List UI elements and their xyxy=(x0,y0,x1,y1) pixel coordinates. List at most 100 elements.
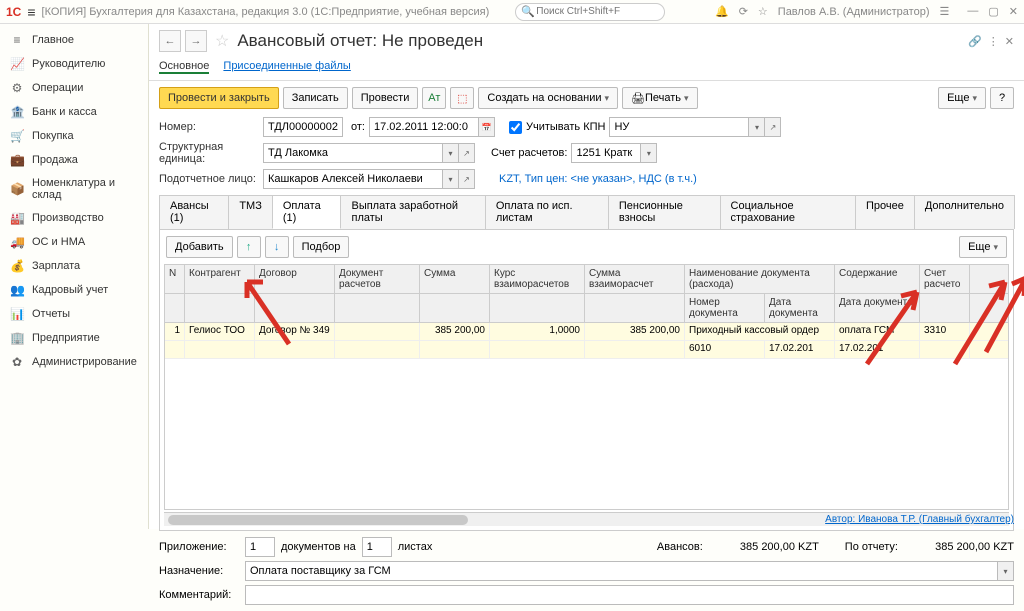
dt-kt-icon[interactable]: Ат xyxy=(422,87,446,109)
col-header[interactable]: Наименование документа (расхода) xyxy=(685,265,835,293)
sidebar-item[interactable]: 📦Номенклатура и склад xyxy=(0,172,148,206)
post-close-button[interactable]: Провести и закрыть xyxy=(159,87,279,109)
more-button[interactable]: Еще xyxy=(938,87,986,109)
col-header[interactable]: Счет расчето xyxy=(920,265,970,293)
cell[interactable]: 385 200,00 xyxy=(585,323,685,340)
col-header[interactable] xyxy=(335,294,420,322)
sidebar-item[interactable]: ≡Главное xyxy=(0,28,148,52)
cell[interactable]: Гелиос ТОО xyxy=(185,323,255,340)
user-menu-icon[interactable]: ☰ xyxy=(940,5,950,18)
help-icon[interactable]: ? xyxy=(990,87,1014,109)
col-header[interactable] xyxy=(490,294,585,322)
detail-tab[interactable]: ТМЗ xyxy=(228,195,273,229)
close-icon[interactable]: ✕ xyxy=(1009,5,1018,18)
col-header[interactable]: Дата документа xyxy=(835,294,920,322)
col-header[interactable]: Курс взаиморасчетов xyxy=(490,265,585,293)
sidebar-item[interactable]: 💼Продажа xyxy=(0,148,148,172)
comment-input[interactable] xyxy=(245,585,1014,605)
more-icon[interactable]: ⋮ xyxy=(988,35,999,48)
menu-icon[interactable]: ≡ xyxy=(27,4,35,20)
detail-tab[interactable]: Дополнительно xyxy=(914,195,1015,229)
col-header[interactable]: Номер документа xyxy=(685,294,765,322)
cell[interactable]: оплата ГСМ xyxy=(835,323,920,340)
history-icon[interactable]: ⟳ xyxy=(739,5,748,18)
select-button[interactable]: Подбор xyxy=(293,236,350,258)
cell[interactable]: Договор № 349 xyxy=(255,323,335,340)
sidebar-item[interactable]: 💰Зарплата xyxy=(0,254,148,278)
cell[interactable]: 1,0000 xyxy=(490,323,585,340)
purpose-drop-icon[interactable]: ▾ xyxy=(998,561,1014,581)
post-button[interactable]: Провести xyxy=(352,87,419,109)
org-drop-icon[interactable]: ▾ xyxy=(443,143,459,163)
col-header[interactable]: Сумма взаиморасчет xyxy=(585,265,685,293)
user-label[interactable]: Павлов А.В. (Администратор) xyxy=(778,6,930,18)
cell[interactable]: 385 200,00 xyxy=(420,323,490,340)
maximize-icon[interactable]: ▢ xyxy=(988,5,998,18)
nav-back[interactable]: ← xyxy=(159,30,181,52)
row-up-icon[interactable]: ↑ xyxy=(237,236,261,258)
grid-more-button[interactable]: Еще xyxy=(959,236,1007,258)
star-icon[interactable]: ☆ xyxy=(758,5,768,18)
person-input[interactable] xyxy=(263,169,443,189)
col-header[interactable]: Содержание xyxy=(835,265,920,293)
sidebar-item[interactable]: ⚙Операции xyxy=(0,76,148,100)
col-header[interactable]: Контрагент xyxy=(185,265,255,293)
kpn-open-icon[interactable]: ↗ xyxy=(765,117,781,137)
detail-tab[interactable]: Выплата заработной платы xyxy=(340,195,485,229)
sidebar-item[interactable]: 🏦Банк и касса xyxy=(0,100,148,124)
acc-drop-icon[interactable]: ▾ xyxy=(641,143,657,163)
global-search[interactable]: 🔍 xyxy=(515,3,665,21)
cell[interactable]: Приходный кассовый ордер xyxy=(685,323,835,340)
grid-row[interactable]: 601017.02.20117.02.201 xyxy=(165,341,1008,359)
detail-tab[interactable]: Оплата (1) xyxy=(272,195,342,229)
cell[interactable]: 3310 xyxy=(920,323,970,340)
sidebar-item[interactable]: ✿Администрирование xyxy=(0,350,148,374)
author-link[interactable]: Автор: Иванова Т.Р. (Главный бухгалтер) xyxy=(825,514,1014,525)
detail-tab[interactable]: Оплата по исп. листам xyxy=(485,195,609,229)
subtab-files[interactable]: Присоединенные файлы xyxy=(223,60,350,74)
col-header[interactable] xyxy=(185,294,255,322)
bell-icon[interactable]: 🔔 xyxy=(715,5,729,18)
print-button[interactable]: 🖨 Печать xyxy=(622,87,698,109)
attach-input[interactable] xyxy=(245,537,275,557)
sidebar-item[interactable]: 🏭Производство xyxy=(0,206,148,230)
kpn-input[interactable] xyxy=(609,117,749,137)
col-header[interactable] xyxy=(255,294,335,322)
person-drop-icon[interactable]: ▾ xyxy=(443,169,459,189)
col-header[interactable] xyxy=(920,294,970,322)
link-icon[interactable]: 🔗 xyxy=(968,35,982,48)
col-header[interactable]: Дата документа xyxy=(765,294,835,322)
org-input[interactable] xyxy=(263,143,443,163)
acc-input[interactable] xyxy=(571,143,641,163)
create-based-button[interactable]: Создать на основании xyxy=(478,87,618,109)
kpn-drop-icon[interactable]: ▾ xyxy=(749,117,765,137)
search-input[interactable] xyxy=(515,3,665,21)
sidebar-item[interactable]: 🛒Покупка xyxy=(0,124,148,148)
col-header[interactable] xyxy=(420,294,490,322)
detail-tab[interactable]: Авансы (1) xyxy=(159,195,229,229)
org-open-icon[interactable]: ↗ xyxy=(459,143,475,163)
close-doc-icon[interactable]: ✕ xyxy=(1005,35,1014,48)
cell[interactable] xyxy=(335,323,420,340)
col-header[interactable]: Документ расчетов xyxy=(335,265,420,293)
detail-tab[interactable]: Пенсионные взносы xyxy=(608,195,721,229)
add-row-button[interactable]: Добавить xyxy=(166,236,233,258)
minimize-icon[interactable]: — xyxy=(967,5,978,18)
nav-fwd[interactable]: → xyxy=(185,30,207,52)
sidebar-item[interactable]: 📊Отчеты xyxy=(0,302,148,326)
grid-row[interactable]: 1Гелиос ТООДоговор № 349385 200,001,0000… xyxy=(165,323,1008,341)
sidebar-item[interactable]: 📈Руководителю xyxy=(0,52,148,76)
sidebar-item[interactable]: 🚚ОС и НМА xyxy=(0,230,148,254)
detail-tab[interactable]: Прочее xyxy=(855,195,915,229)
kpn-checkbox[interactable] xyxy=(509,121,522,134)
date-input[interactable] xyxy=(369,117,479,137)
calendar-icon[interactable]: 📅 xyxy=(479,117,495,137)
struct-icon[interactable]: ⬚ xyxy=(450,87,474,109)
num-input[interactable] xyxy=(263,117,343,137)
col-header[interactable]: N xyxy=(165,265,185,293)
price-type-link[interactable]: KZT, Тип цен: <не указан>, НДС (в т.ч.) xyxy=(499,173,697,185)
col-header[interactable] xyxy=(585,294,685,322)
col-header[interactable] xyxy=(165,294,185,322)
row-down-icon[interactable]: ↓ xyxy=(265,236,289,258)
col-header[interactable]: Сумма xyxy=(420,265,490,293)
